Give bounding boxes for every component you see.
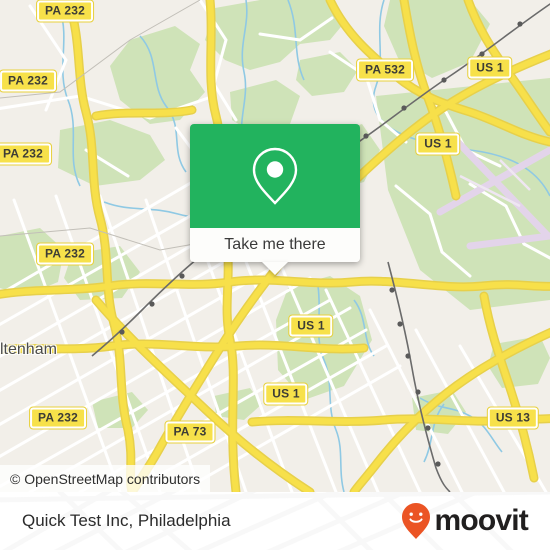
road-shield: PA 232	[36, 242, 94, 266]
road-shield: PA 73	[164, 420, 216, 444]
footer-bar: Quick Test Inc, Philadelphia moovit	[0, 492, 550, 550]
map-screenshot-root: PA 232 PA 232 PA 232 PA 232 PA 232 PA 73…	[0, 0, 550, 550]
map-attribution[interactable]: © OpenStreetMap contributors	[0, 465, 211, 492]
map-canvas[interactable]: PA 232 PA 232 PA 232 PA 232 PA 232 PA 73…	[0, 0, 550, 492]
road-shield: PA 232	[0, 69, 57, 93]
road-shield: PA 232	[0, 142, 52, 166]
map-pin-icon	[252, 147, 298, 205]
moovit-wordmark: moovit	[434, 504, 528, 537]
location-title: Quick Test Inc, Philadelphia	[22, 511, 231, 530]
popup-pointer	[262, 262, 288, 275]
moovit-brand[interactable]: moovit	[401, 502, 529, 540]
location-popup-card[interactable]: Take me there	[190, 124, 360, 275]
popup-footer[interactable]: Take me there	[190, 228, 360, 275]
road-shield: PA 532	[356, 58, 414, 82]
road-shield: US 1	[288, 314, 334, 338]
road-shield: US 1	[467, 56, 513, 80]
road-shield: PA 232	[29, 406, 87, 430]
moovit-pin-smile-icon	[402, 503, 431, 539]
road-shield: US 1	[415, 132, 461, 156]
road-shield: US 1	[263, 382, 309, 406]
popup-header	[190, 124, 360, 228]
attribution-text: © OpenStreetMap contributors	[10, 470, 201, 487]
road-shield: PA 232	[36, 0, 94, 23]
place-label-cheltenham: ltenham	[0, 341, 57, 358]
take-me-there-label: Take me there	[224, 236, 326, 253]
road-shield: US 13	[486, 406, 540, 430]
